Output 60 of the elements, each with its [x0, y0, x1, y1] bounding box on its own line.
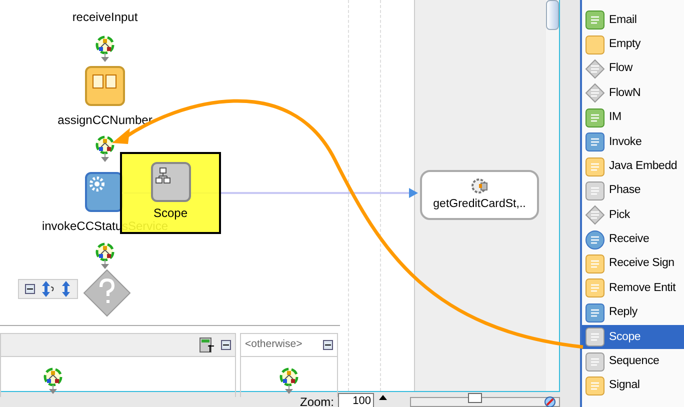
- activity-icon: [585, 34, 605, 55]
- activity-icon: [585, 132, 605, 152]
- palette-item[interactable]: FlowN: [582, 81, 684, 106]
- activity-icon: [585, 83, 605, 104]
- activity-icon: [585, 108, 605, 128]
- palette-item[interactable]: Java Embedd: [582, 154, 684, 179]
- activity-icon: [585, 180, 605, 201]
- palette-item[interactable]: Receive: [582, 228, 684, 252]
- palette-item[interactable]: Invoke: [582, 130, 684, 154]
- updown-arrows-icon[interactable]: [61, 281, 71, 297]
- activity-icon: [585, 205, 605, 226]
- collapse-icon[interactable]: [323, 340, 333, 350]
- palette-item[interactable]: Empty: [582, 32, 684, 57]
- drag-ghost-label: Scope: [153, 205, 188, 221]
- updown-arrows-icon[interactable]: [41, 281, 55, 297]
- activity-icon: [585, 376, 605, 396]
- palette-item[interactable]: Sequence: [582, 349, 684, 374]
- activity-icon: [585, 327, 605, 348]
- palette-item[interactable]: Receive Sign: [582, 252, 684, 276]
- activity-label: assignCCNumber: [56, 112, 154, 129]
- scrollbar[interactable]: [546, 0, 559, 391]
- connector-icon[interactable]: [43, 367, 63, 395]
- activity-icon: [585, 302, 605, 323]
- activity-icon: [585, 352, 605, 372]
- connector-icon[interactable]: [279, 367, 299, 395]
- activity-icon: [585, 230, 605, 250]
- scope-icon: [150, 162, 190, 202]
- activity-icon: [585, 156, 605, 177]
- palette-item[interactable]: IM: [582, 106, 684, 130]
- zoom-label: Zoom:: [300, 395, 334, 407]
- collapse-icon[interactable]: [25, 284, 35, 294]
- palette-item[interactable]: Reply: [582, 300, 684, 326]
- activity-icon: [585, 278, 605, 298]
- connector-icon[interactable]: [95, 35, 115, 63]
- zoom-field[interactable]: 100: [338, 393, 374, 407]
- arrowhead-icon: [409, 188, 418, 198]
- calculator-icon[interactable]: [199, 337, 215, 353]
- palette-item[interactable]: Remove Entit: [582, 276, 684, 301]
- partner-link-label: getGreditCardSt,..: [433, 197, 526, 212]
- palette-item[interactable]: Email: [582, 8, 684, 32]
- connector-icon[interactable]: [95, 135, 115, 163]
- switch-icon[interactable]: [83, 269, 131, 317]
- activity-icon: [585, 10, 605, 30]
- case-label: <otherwise>: [245, 337, 304, 352]
- activity-icon: [585, 58, 605, 79]
- connector-icon[interactable]: [95, 242, 115, 270]
- collapse-icon[interactable]: [221, 340, 231, 350]
- partner-link-node[interactable]: getGreditCardSt,..: [420, 170, 539, 220]
- invoke-activity-icon[interactable]: [85, 172, 123, 212]
- activity-label: receiveInput: [71, 9, 139, 26]
- gear-icon: [470, 176, 490, 196]
- activity-icon: [585, 254, 605, 274]
- palette-item[interactable]: Pick: [582, 203, 684, 228]
- palette-item[interactable]: Signal: [582, 374, 684, 398]
- palette-item[interactable]: Flow: [582, 56, 684, 82]
- zoom-icon[interactable]: [544, 396, 556, 407]
- palette-item[interactable]: Scope: [582, 325, 684, 350]
- zoom-slider-thumb[interactable]: [468, 393, 482, 403]
- palette-item[interactable]: Phase: [582, 178, 684, 204]
- assign-activity-icon[interactable]: [85, 66, 125, 106]
